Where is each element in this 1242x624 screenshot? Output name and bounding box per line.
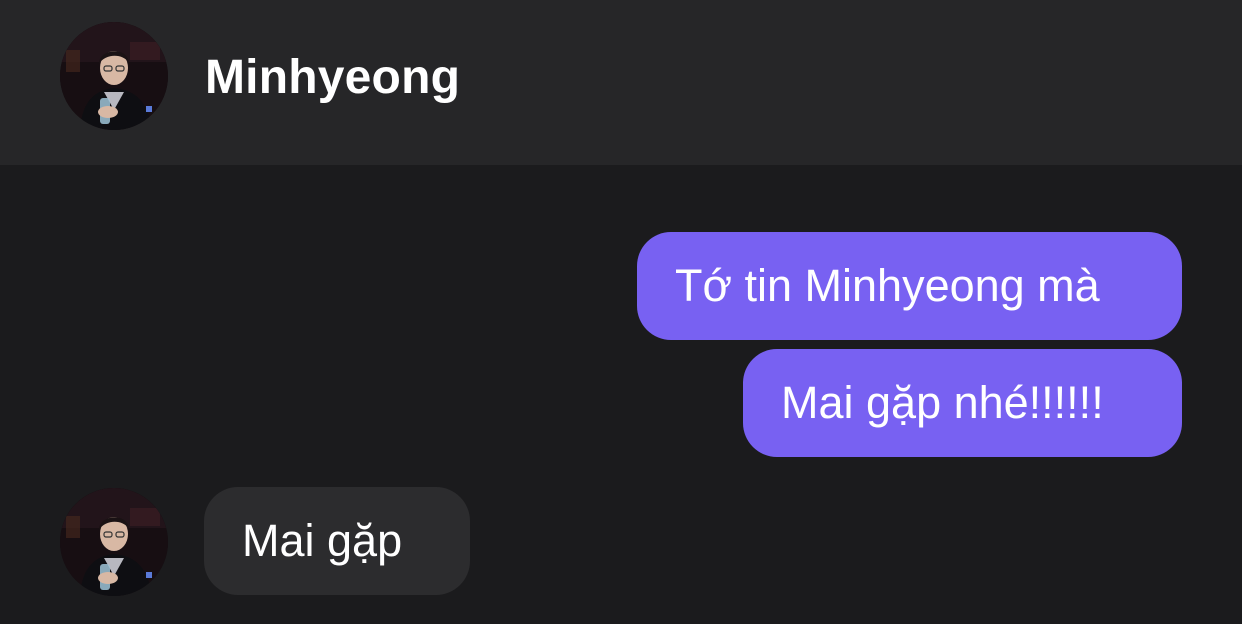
outgoing-message-bubble[interactable]: Mai gặp nhé!!!!!!	[743, 349, 1182, 457]
contact-avatar[interactable]	[60, 22, 168, 130]
incoming-message-bubble[interactable]: Mai gặp	[204, 487, 470, 595]
avatar-photo-icon	[60, 22, 168, 130]
chat-header: Minhyeong	[0, 0, 1242, 165]
message-thread: Tớ tin Minhyeong mà Mai gặp nhé!!!!!! Ma…	[0, 165, 1242, 624]
sender-avatar[interactable]	[60, 488, 168, 596]
contact-name[interactable]: Minhyeong	[205, 50, 460, 106]
outgoing-message-bubble[interactable]: Tớ tin Minhyeong mà	[637, 232, 1182, 340]
avatar-photo-icon	[60, 488, 168, 596]
chat-window: Minhyeong Tớ tin Minhyeong mà Mai gặp nh…	[0, 0, 1242, 624]
